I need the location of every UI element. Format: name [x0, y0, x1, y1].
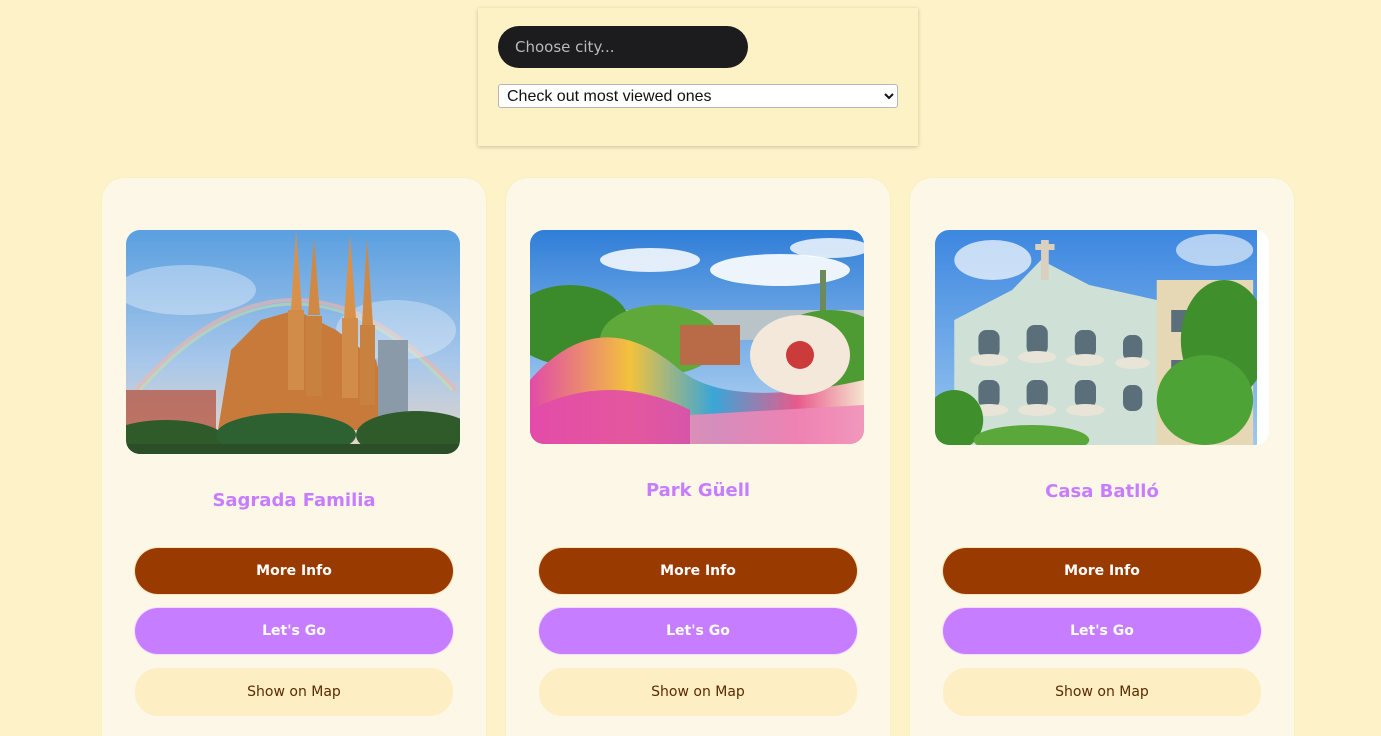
- more-info-button[interactable]: More Info: [943, 548, 1261, 594]
- lets-go-button[interactable]: Let's Go: [943, 608, 1261, 654]
- search-panel: Check out most viewed ones: [478, 8, 918, 146]
- casa-batllo-image: [935, 230, 1269, 445]
- more-info-button[interactable]: More Info: [539, 548, 857, 594]
- sagrada-familia-image: [126, 230, 460, 454]
- attraction-card-casa-batllo: Casa Batlló More Info Let's Go Show on M…: [910, 178, 1294, 736]
- attraction-card-sagrada-familia: Sagrada Familia More Info Let's Go Show …: [102, 178, 486, 736]
- park-guell-image: [530, 230, 864, 444]
- card-title: Casa Batlló: [1045, 481, 1159, 502]
- lets-go-button[interactable]: Let's Go: [539, 608, 857, 654]
- attraction-card-park-guell: Park Güell More Info Let's Go Show on Ma…: [506, 178, 890, 736]
- card-title: Park Güell: [645, 480, 751, 501]
- most-viewed-select[interactable]: Check out most viewed ones: [498, 84, 898, 108]
- show-on-map-button[interactable]: Show on Map: [943, 668, 1261, 716]
- more-info-button[interactable]: More Info: [135, 548, 453, 594]
- show-on-map-button[interactable]: Show on Map: [539, 668, 857, 716]
- show-on-map-button[interactable]: Show on Map: [135, 668, 453, 716]
- city-search-input[interactable]: [498, 26, 748, 68]
- lets-go-button[interactable]: Let's Go: [135, 608, 453, 654]
- card-title: Sagrada Familia: [212, 490, 376, 511]
